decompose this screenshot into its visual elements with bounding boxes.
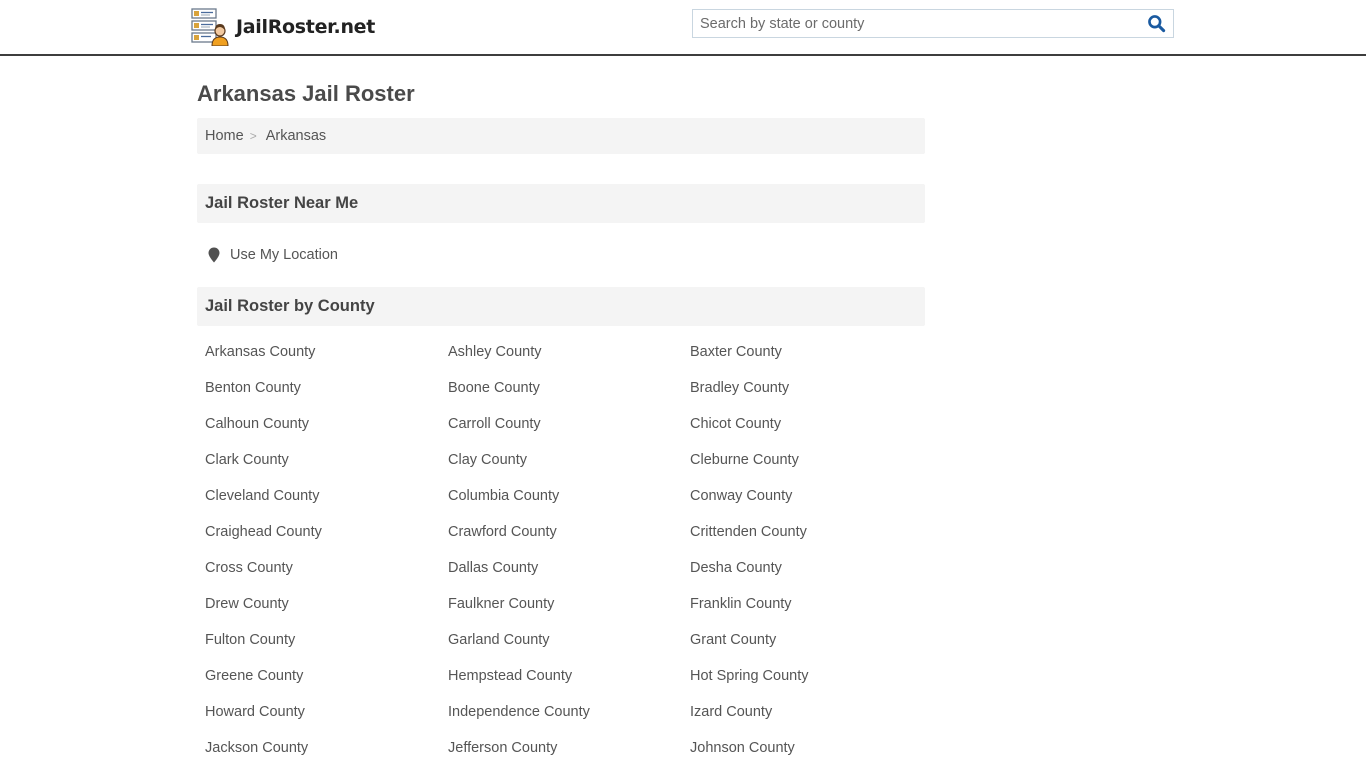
county-link[interactable]: Faulkner County xyxy=(440,588,682,624)
county-link[interactable]: Jefferson County xyxy=(440,732,682,768)
county-link[interactable]: Conway County xyxy=(682,480,925,516)
map-marker-icon xyxy=(208,247,220,263)
county-link[interactable]: Cross County xyxy=(197,552,440,588)
by-county-heading: Jail Roster by County xyxy=(197,287,925,326)
county-link[interactable]: Cleburne County xyxy=(682,444,925,480)
site-logo[interactable]: JailRoster.net xyxy=(191,8,376,47)
county-link[interactable]: Fulton County xyxy=(197,624,440,660)
county-link[interactable]: Ashley County xyxy=(440,336,682,372)
county-link[interactable]: Carroll County xyxy=(440,408,682,444)
search-button[interactable] xyxy=(1139,10,1173,37)
breadcrumb-home[interactable]: Home xyxy=(205,128,244,144)
page-title: Arkansas Jail Roster xyxy=(197,81,415,106)
county-link[interactable]: Bradley County xyxy=(682,372,925,408)
search-input[interactable] xyxy=(693,10,1139,37)
county-list: Arkansas County Ashley County Baxter Count… xyxy=(197,336,925,768)
county-link[interactable]: Grant County xyxy=(682,624,925,660)
county-link[interactable]: Clark County xyxy=(197,444,440,480)
county-link[interactable]: Howard County xyxy=(197,696,440,732)
roster-logo-icon xyxy=(191,8,229,47)
county-link[interactable]: Chicot County xyxy=(682,408,925,444)
county-link[interactable]: Greene County xyxy=(197,660,440,696)
county-link[interactable]: Hot Spring County xyxy=(682,660,925,696)
county-link[interactable]: Calhoun County xyxy=(197,408,440,444)
county-link[interactable]: Desha County xyxy=(682,552,925,588)
county-link[interactable]: Arkansas County xyxy=(197,336,440,372)
county-link[interactable]: Crawford County xyxy=(440,516,682,552)
county-link[interactable]: Jackson County xyxy=(197,732,440,768)
county-link[interactable]: Drew County xyxy=(197,588,440,624)
county-link[interactable]: Cleveland County xyxy=(197,480,440,516)
county-link[interactable]: Clay County xyxy=(440,444,682,480)
use-my-location-label: Use My Location xyxy=(230,247,338,263)
county-link[interactable]: Johnson County xyxy=(682,732,925,768)
breadcrumb-current: Arkansas xyxy=(265,128,327,144)
county-link[interactable]: Independence County xyxy=(440,696,682,732)
county-link[interactable]: Crittenden County xyxy=(682,516,925,552)
county-link[interactable]: Baxter County xyxy=(682,336,925,372)
breadcrumb: Home > Arkansas xyxy=(197,118,925,154)
search-icon xyxy=(1147,15,1165,33)
search-box xyxy=(692,9,1174,38)
county-link[interactable]: Franklin County xyxy=(682,588,925,624)
main-content: Arkansas Jail Roster Home > Arkansas Jai… xyxy=(197,80,925,768)
county-link[interactable]: Craighead County xyxy=(197,516,440,552)
use-my-location-link[interactable]: Use My Location xyxy=(197,223,925,287)
county-link[interactable]: Dallas County xyxy=(440,552,682,588)
county-link[interactable]: Izard County xyxy=(682,696,925,732)
county-link[interactable]: Benton County xyxy=(197,372,440,408)
breadcrumb-separator: > xyxy=(249,129,257,143)
county-link[interactable]: Hempstead County xyxy=(440,660,682,696)
near-me-heading: Jail Roster Near Me xyxy=(197,184,925,223)
county-link[interactable]: Boone County xyxy=(440,372,682,408)
county-link[interactable]: Garland County xyxy=(440,624,682,660)
county-link[interactable]: Columbia County xyxy=(440,480,682,516)
site-header: JailRoster.net xyxy=(0,0,1366,56)
logo-text: JailRoster.net xyxy=(236,16,376,38)
